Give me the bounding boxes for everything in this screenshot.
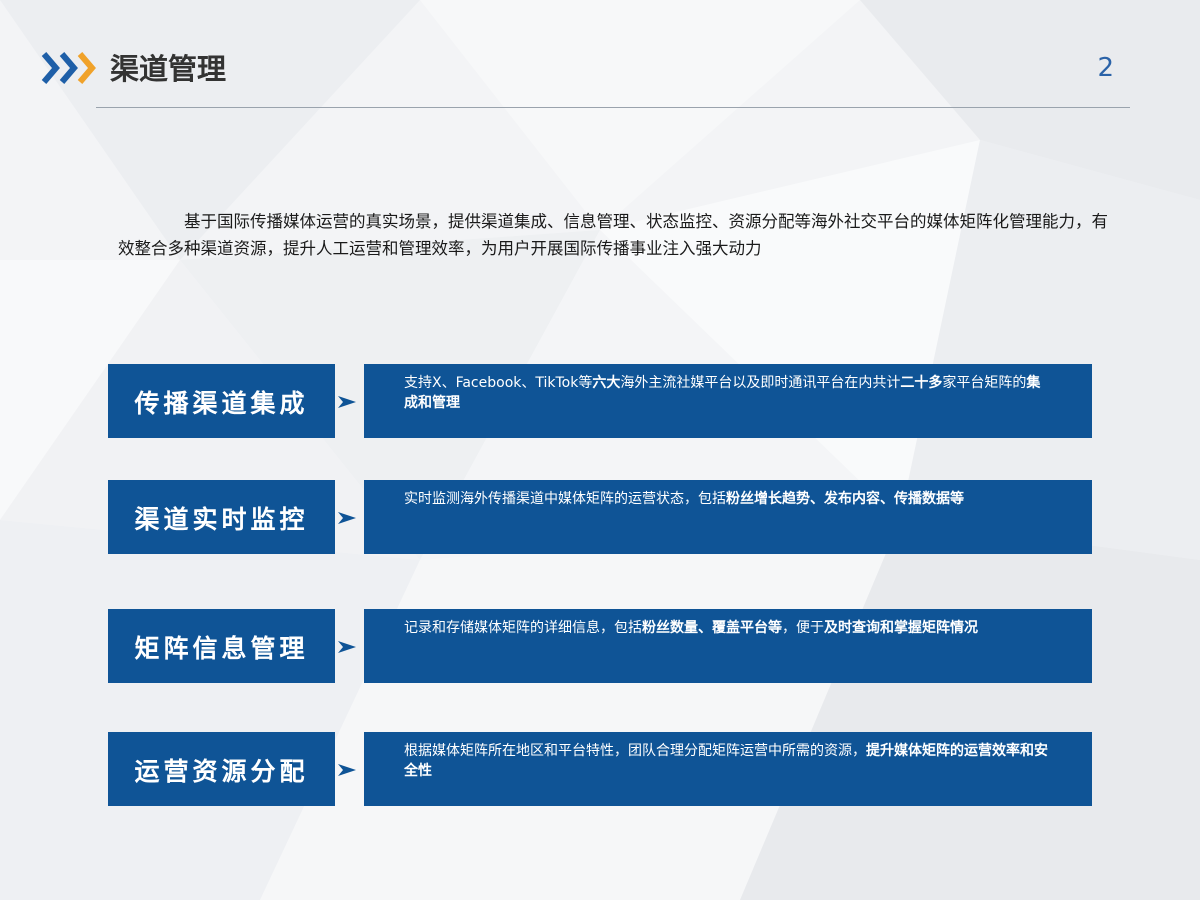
page-number: 2 [1097,53,1114,83]
play-arrow-icon [338,396,356,408]
feature-label: 运营资源分配 [108,732,335,806]
play-arrow-icon [338,764,356,776]
desc-highlight: 粉丝数量、覆盖平台等 [642,620,782,636]
header-divider [96,107,1130,108]
feature-row: 渠道实时监控 实时监测海外传播渠道中媒体矩阵的运营状态，包括粉丝增长趋势、发布内… [108,480,1092,554]
desc-text: 根据媒体矩阵所在地区和平台特性，团队合理分配矩阵运营中所需的资源， [404,743,866,759]
feature-description: 根据媒体矩阵所在地区和平台特性，团队合理分配矩阵运营中所需的资源，提升媒体矩阵的… [364,732,1092,806]
desc-text: 海外主流社媒平台以及即时通讯平台在内共计 [620,375,901,391]
page-title: 渠道管理 [110,52,227,86]
feature-label: 矩阵信息管理 [108,609,335,683]
desc-text: ，便于 [782,620,824,636]
feature-label: 渠道实时监控 [108,480,335,554]
feature-label: 传播渠道集成 [108,364,335,438]
chevron-triple-right-icon [41,52,96,84]
feature-row: 传播渠道集成 支持X、Facebook、TikTok等六大海外主流社媒平台以及即… [108,364,1092,438]
feature-description: 支持X、Facebook、TikTok等六大海外主流社媒平台以及即时通讯平台在内… [364,364,1092,438]
play-arrow-icon [338,512,356,524]
feature-description: 记录和存储媒体矩阵的详细信息，包括粉丝数量、覆盖平台等，便于及时查询和掌握矩阵情… [364,609,1092,683]
desc-text: 记录和存储媒体矩阵的详细信息，包括 [404,620,642,636]
play-arrow-icon [338,641,356,653]
desc-text: 实时监测海外传播渠道中媒体矩阵的运营状态，包括 [404,491,726,507]
intro-paragraph: 基于国际传播媒体运营的真实场景，提供渠道集成、信息管理、状态监控、资源分配等海外… [118,212,1108,258]
desc-highlight: 粉丝增长趋势、发布内容、传播数据等 [726,491,964,507]
feature-row: 矩阵信息管理 记录和存储媒体矩阵的详细信息，包括粉丝数量、覆盖平台等，便于及时查… [108,609,1092,683]
desc-highlight: 六大 [592,375,621,391]
desc-text: 家平台矩阵的 [942,375,1027,391]
feature-description: 实时监测海外传播渠道中媒体矩阵的运营状态，包括粉丝增长趋势、发布内容、传播数据等 [364,480,1092,554]
slide: 渠道管理 2 基于国际传播媒体运营的真实场景，提供渠道集成、信息管理、状态监控、… [0,0,1200,900]
desc-highlight: 二十多 [900,375,943,391]
feature-row: 运营资源分配 根据媒体矩阵所在地区和平台特性，团队合理分配矩阵运营中所需的资源，… [108,732,1092,806]
desc-highlight: 及时查询和掌握矩阵情况 [824,620,978,636]
desc-text: 支持X、Facebook、TikTok等 [404,375,593,391]
